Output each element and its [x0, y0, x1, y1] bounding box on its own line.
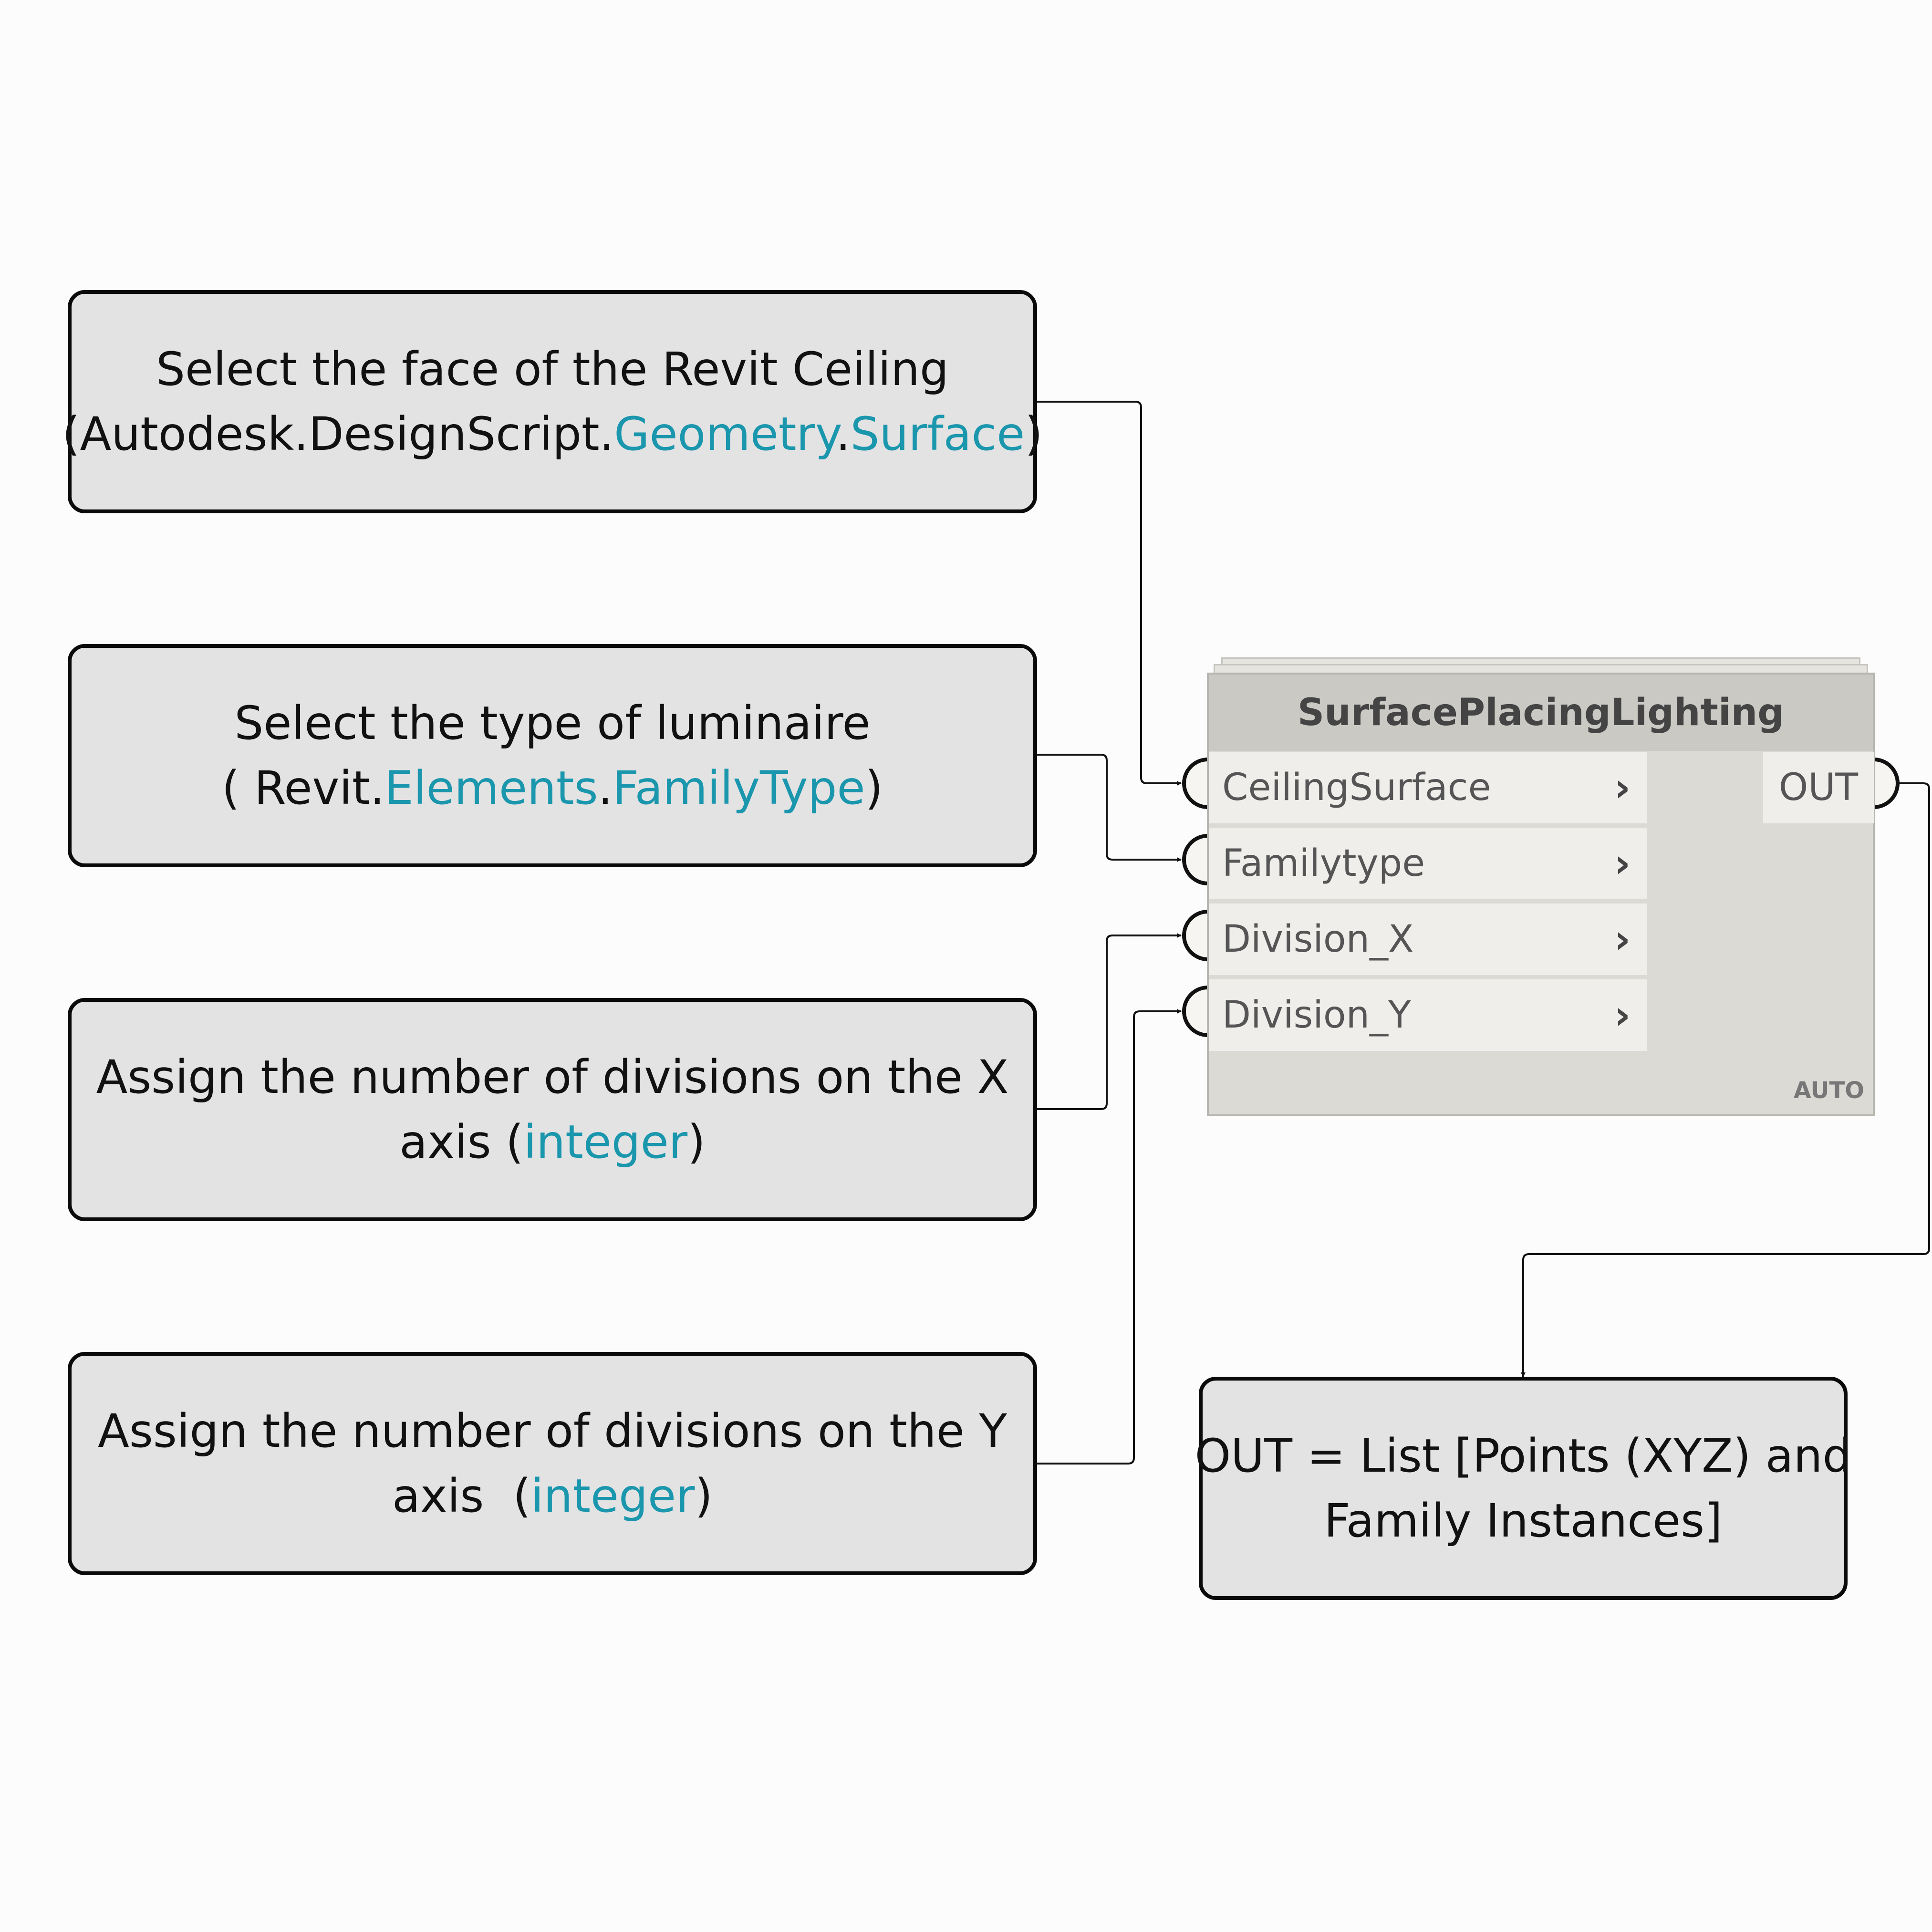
wire-division-y — [1035, 1009, 1182, 1465]
node-title[interactable]: SurfacePlacingLighting — [1209, 675, 1873, 751]
callout-division-x: Assign the number of divisions on the X a… — [68, 998, 1037, 1221]
socket-familytype — [1182, 834, 1208, 885]
port-label: Division_Y — [1222, 994, 1411, 1037]
callout-text: . — [836, 407, 851, 461]
type-name-highlight: integer — [530, 1469, 695, 1523]
type-name-highlight: Elements — [384, 761, 598, 815]
callout-text: . — [598, 761, 613, 815]
callout-ceiling-surface: Select the face of the Revit Ceiling (Aut… — [62, 290, 1043, 513]
output-port-out[interactable]: OUT — [1763, 752, 1874, 823]
node-body[interactable]: SurfacePlacingLighting CeilingSurface › … — [1207, 673, 1875, 1116]
callout-text: Assign the number of divisions on the X — [96, 1050, 1009, 1104]
callout-text: Select the face of the Revit Ceiling — [156, 343, 949, 396]
type-name-highlight: integer — [523, 1115, 688, 1169]
input-port-division-y[interactable]: Division_Y › — [1209, 979, 1647, 1051]
callout-text: Family Instances] — [1324, 1494, 1723, 1548]
socket-ceilingsurface — [1182, 758, 1208, 809]
wire-ceilingsurface — [1035, 401, 1182, 786]
input-port-division-x[interactable]: Division_X › — [1209, 904, 1647, 975]
callout-text: ) — [687, 1115, 706, 1169]
callout-text: ) — [1025, 407, 1043, 461]
wire-familytype — [1035, 754, 1182, 862]
type-name-highlight: Surface — [850, 407, 1025, 461]
surface-placing-lighting-node[interactable]: SurfacePlacingLighting CeilingSurface › … — [1207, 654, 1875, 1116]
callout-text: axis ( — [399, 1115, 524, 1169]
callout-text: ) — [865, 761, 883, 815]
callout-text-line: Assign the number of divisions on the Y — [98, 1399, 1007, 1464]
callout-output: OUT = List [Points (XYZ) and Family Insta… — [1195, 1377, 1851, 1600]
socket-division-x — [1182, 910, 1208, 961]
chevron-right-icon[interactable]: › — [1614, 993, 1631, 1038]
callout-family-type: Select the type of luminaire ( Revit.Elem… — [68, 644, 1037, 867]
chevron-right-icon[interactable]: › — [1614, 917, 1631, 962]
input-port-ceilingsurface[interactable]: CeilingSurface › — [1209, 752, 1647, 823]
callout-text: axis ( — [392, 1469, 531, 1523]
port-label: Familytype — [1222, 842, 1425, 885]
port-label: Division_X — [1222, 918, 1414, 961]
chevron-right-icon[interactable]: › — [1614, 841, 1631, 886]
socket-division-y — [1182, 986, 1208, 1037]
callout-text-line: Select the face of the Revit Ceiling — [156, 337, 949, 402]
chevron-right-icon[interactable]: › — [1614, 765, 1631, 810]
callout-text: Select the type of luminaire — [234, 696, 871, 750]
callout-text-line: Select the type of luminaire — [234, 691, 870, 756]
callout-text-line: Family Instances] — [1324, 1488, 1722, 1553]
wire-division-x — [1035, 933, 1182, 1110]
input-port-familytype[interactable]: Familytype › — [1209, 828, 1647, 899]
callout-text: ) — [695, 1469, 713, 1523]
callout-text: Assign the number of divisions on the Y — [98, 1404, 1007, 1458]
type-name-highlight: Geometry — [614, 407, 836, 461]
callout-text-line: axis (integer) — [399, 1110, 705, 1174]
callout-text-line: ( Revit.Elements.FamilyType) — [222, 756, 883, 821]
callout-text: OUT = List [Points (XYZ) and — [1195, 1429, 1852, 1483]
callout-text: ( Revit. — [222, 761, 385, 815]
callout-text-line: (Autodesk.DesignScript.Geometry.Surface) — [62, 402, 1043, 467]
port-label: CeilingSurface — [1222, 766, 1491, 809]
socket-out — [1873, 758, 1900, 809]
lacing-indicator[interactable]: AUTO — [1794, 1077, 1864, 1104]
type-name-highlight: FamilyType — [613, 761, 865, 815]
callout-text-line: Assign the number of divisions on the X — [96, 1045, 1009, 1110]
callout-division-y: Assign the number of divisions on the Y a… — [68, 1352, 1037, 1575]
callout-text-line: axis (integer) — [392, 1464, 713, 1528]
callout-text: (Autodesk.DesignScript. — [62, 407, 614, 461]
callout-text-line: OUT = List [Points (XYZ) and — [1195, 1423, 1852, 1488]
